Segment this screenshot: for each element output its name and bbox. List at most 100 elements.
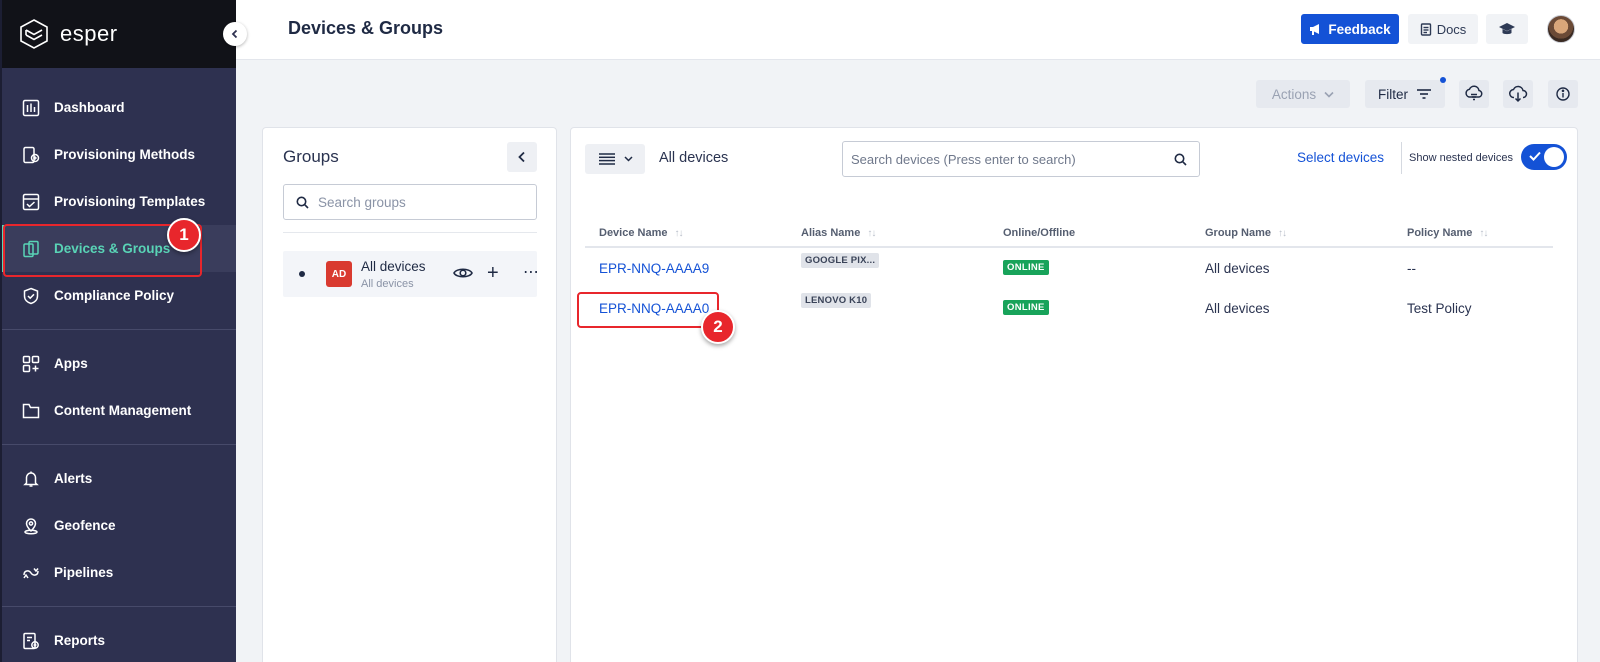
sidebar-item-label: Pipelines bbox=[54, 565, 114, 580]
alias-tag: GOOGLE PIX... bbox=[801, 253, 880, 268]
policy-name-cell: Test Policy bbox=[1407, 301, 1472, 316]
group-subtitle: All devices bbox=[361, 278, 414, 290]
nested-devices-toggle[interactable] bbox=[1521, 144, 1567, 170]
sidebar-divider bbox=[2, 329, 236, 330]
device-search-input[interactable]: Search devices (Press enter to search) bbox=[842, 141, 1200, 177]
apps-icon bbox=[20, 353, 42, 375]
chevron-left-icon bbox=[518, 151, 525, 163]
column-header-online-offline: Online/Offline bbox=[1003, 227, 1075, 239]
more-options-icon[interactable]: ⋯ bbox=[523, 263, 537, 283]
document-icon bbox=[1420, 22, 1431, 36]
filter-lines-icon bbox=[1417, 89, 1431, 99]
pipelines-icon bbox=[20, 562, 42, 584]
view-mode-dropdown[interactable] bbox=[585, 144, 645, 174]
annotation-step-2: 2 bbox=[701, 310, 735, 344]
eye-icon[interactable] bbox=[453, 265, 473, 281]
bell-icon bbox=[20, 468, 42, 490]
chevron-down-icon bbox=[623, 156, 633, 162]
page-title: Devices & Groups bbox=[288, 18, 444, 38]
sync-cloud-button[interactable] bbox=[1459, 80, 1489, 108]
sidebar-collapse-button[interactable] bbox=[223, 22, 247, 46]
column-label: Group Name bbox=[1205, 227, 1272, 239]
column-header-alias-name[interactable]: Alias Name ↑↓ bbox=[801, 227, 876, 239]
toggle-knob bbox=[1544, 147, 1564, 167]
select-devices-link[interactable]: Select devices bbox=[1297, 150, 1384, 165]
check-icon bbox=[1529, 151, 1541, 161]
sidebar-nav: Dashboard Provisioning Methods Provision… bbox=[2, 68, 236, 662]
brand-name: esper bbox=[60, 21, 118, 46]
status-badge: ONLINE bbox=[1003, 260, 1049, 275]
provisioning-methods-icon bbox=[20, 144, 42, 166]
sidebar-item-dashboard[interactable]: Dashboard bbox=[2, 84, 236, 131]
add-subgroup-button[interactable]: + bbox=[487, 263, 499, 283]
sidebar-item-apps[interactable]: Apps bbox=[2, 340, 236, 387]
docs-label: Docs bbox=[1436, 21, 1467, 37]
column-label: Online/Offline bbox=[1003, 227, 1076, 239]
groups-collapse-button[interactable] bbox=[507, 142, 537, 172]
sidebar-divider bbox=[2, 444, 236, 445]
megaphone-icon bbox=[1310, 24, 1320, 35]
current-view-label: All devices bbox=[659, 150, 729, 166]
groups-divider bbox=[283, 232, 537, 233]
groups-search-input[interactable]: Search groups bbox=[283, 184, 537, 220]
policy-name-cell: -- bbox=[1407, 261, 1416, 276]
sort-icon[interactable]: ↑↓ bbox=[1278, 228, 1287, 239]
group-name-cell: All devices bbox=[1205, 301, 1270, 316]
sidebar-item-label: Compliance Policy bbox=[54, 288, 175, 303]
sidebar-item-label: Content Management bbox=[54, 403, 192, 418]
column-label: Policy Name bbox=[1407, 227, 1473, 239]
chevron-down-icon bbox=[1324, 91, 1334, 98]
search-icon[interactable] bbox=[1174, 153, 1187, 166]
info-button[interactable] bbox=[1548, 80, 1578, 108]
sidebar-item-provisioning-templates[interactable]: Provisioning Templates bbox=[2, 178, 236, 225]
feedback-button[interactable]: Feedback bbox=[1301, 14, 1399, 44]
column-header-group-name[interactable]: Group Name ↑↓ bbox=[1205, 227, 1287, 239]
toolbar-divider bbox=[1401, 142, 1402, 174]
group-bullet bbox=[299, 271, 305, 277]
sidebar-item-provisioning-methods[interactable]: Provisioning Methods bbox=[2, 131, 236, 178]
sidebar-item-content-management[interactable]: Content Management bbox=[2, 387, 236, 434]
sidebar-item-label: Dashboard bbox=[54, 100, 125, 115]
group-item-all-devices[interactable]: AD All devices All devices + ⋯ bbox=[283, 251, 537, 297]
annotation-step-1: 1 bbox=[167, 218, 201, 252]
column-header-policy-name[interactable]: Policy Name ↑↓ bbox=[1407, 227, 1488, 239]
device-search-placeholder: Search devices (Press enter to search) bbox=[851, 151, 1076, 167]
column-header-device-name[interactable]: Device Name ↑↓ bbox=[599, 227, 684, 239]
annotation-highlight-2 bbox=[577, 292, 719, 328]
filter-active-indicator bbox=[1440, 77, 1446, 83]
groups-panel: Groups Search groups AD All devices All … bbox=[262, 127, 557, 662]
group-badge: AD bbox=[326, 261, 352, 287]
column-label: Alias Name bbox=[801, 227, 861, 239]
devices-panel: All devices Search devices (Press enter … bbox=[570, 127, 1578, 662]
device-name-link[interactable]: EPR-NNQ-AAAA9 bbox=[599, 261, 709, 276]
download-button[interactable] bbox=[1503, 80, 1533, 108]
filter-button[interactable]: Filter bbox=[1365, 80, 1445, 108]
sidebar-item-pipelines[interactable]: Pipelines bbox=[2, 549, 236, 596]
cloud-download-icon bbox=[1509, 85, 1528, 103]
sort-icon[interactable]: ↑↓ bbox=[1479, 228, 1488, 239]
logo-bar: esper bbox=[2, 0, 247, 68]
filter-label: Filter bbox=[1378, 86, 1408, 102]
sidebar-item-label: Provisioning Templates bbox=[54, 194, 206, 209]
cloud-sync-icon bbox=[1465, 85, 1483, 101]
actions-dropdown[interactable]: Actions bbox=[1256, 80, 1350, 108]
esper-logo-icon bbox=[20, 19, 48, 49]
sidebar-item-alerts[interactable]: Alerts bbox=[2, 455, 236, 502]
sort-icon[interactable]: ↑↓ bbox=[867, 228, 876, 239]
sort-icon[interactable]: ↑↓ bbox=[675, 228, 684, 239]
sidebar-item-reports[interactable]: Reports bbox=[2, 617, 236, 662]
sidebar-item-compliance-policy[interactable]: Compliance Policy bbox=[2, 272, 236, 319]
groups-search-placeholder: Search groups bbox=[318, 194, 406, 210]
docs-button[interactable]: Docs bbox=[1408, 14, 1478, 44]
academy-button[interactable] bbox=[1486, 14, 1528, 44]
sidebar-item-label: Geofence bbox=[54, 518, 116, 533]
sidebar-item-label: Alerts bbox=[54, 471, 93, 486]
shield-icon bbox=[20, 285, 42, 307]
sidebar-item-label: Provisioning Methods bbox=[54, 147, 196, 162]
list-view-icon bbox=[598, 153, 615, 165]
user-avatar[interactable] bbox=[1547, 15, 1575, 43]
table-row: EPR-NNQ-AAAA9 GOOGLE PIX... ONLINE All d… bbox=[585, 250, 1553, 290]
nested-devices-label: Show nested devices bbox=[1409, 152, 1513, 164]
alias-tag: LENOVO K10 bbox=[801, 293, 872, 308]
sidebar-item-geofence[interactable]: Geofence bbox=[2, 502, 236, 549]
